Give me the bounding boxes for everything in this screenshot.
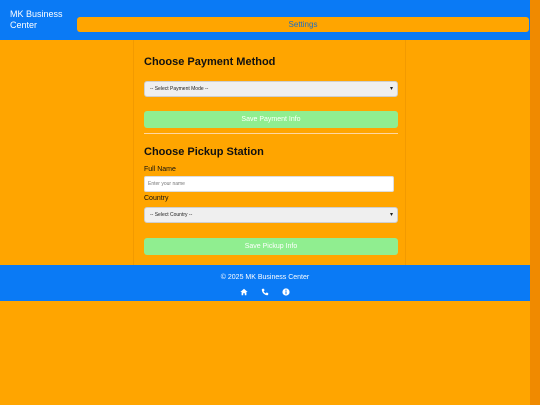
footer: © 2025 MK Business Center: [0, 265, 530, 301]
payment-mode-select[interactable]: -- Select Payment Mode -- ▾: [144, 81, 398, 97]
home-icon[interactable]: [240, 288, 248, 296]
brand-name[interactable]: MK Business Center: [10, 9, 80, 31]
save-pickup-button[interactable]: Save Pickup Info: [144, 238, 398, 255]
top-header: MK Business Center Settings: [0, 0, 530, 40]
save-payment-button[interactable]: Save Payment Info: [144, 111, 398, 128]
footer-icons: [0, 288, 530, 298]
settings-button[interactable]: Settings: [77, 17, 529, 32]
info-icon[interactable]: [282, 288, 290, 296]
main-panel: Choose Payment Method -- Select Payment …: [133, 40, 406, 265]
pickup-title: Choose Pickup Station: [144, 146, 264, 158]
payment-mode-value: -- Select Payment Mode --: [150, 86, 209, 92]
section-divider: [144, 133, 398, 134]
country-label: Country: [144, 195, 169, 202]
chevron-down-icon: ▾: [389, 212, 393, 218]
copyright-text: © 2025 MK Business Center: [220, 274, 310, 281]
phone-icon[interactable]: [261, 288, 269, 296]
country-select[interactable]: -- Select Country -- ▾: [144, 207, 398, 223]
scrollbar[interactable]: [530, 0, 540, 405]
chevron-down-icon: ▾: [389, 86, 393, 92]
full-name-label: Full Name: [144, 166, 176, 173]
payment-title: Choose Payment Method: [144, 56, 276, 68]
country-value: -- Select Country --: [150, 212, 193, 218]
full-name-input[interactable]: Enter your name: [144, 176, 394, 192]
full-name-placeholder: Enter your name: [148, 181, 185, 187]
